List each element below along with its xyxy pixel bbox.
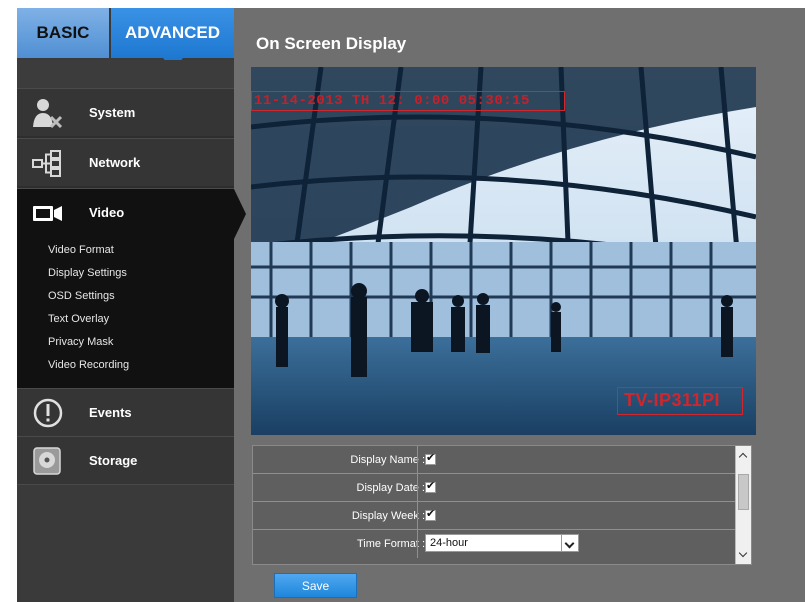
display-name-checkbox[interactable] — [425, 451, 436, 465]
sidebar-filler — [17, 484, 234, 602]
save-button[interactable]: Save — [274, 573, 357, 598]
sidebar-item-label: Events — [89, 405, 132, 420]
row-time-format: Time Format : 24-hour — [253, 530, 735, 558]
submenu-privacy-mask[interactable]: Privacy Mask — [48, 336, 113, 348]
scroll-up-icon[interactable] — [736, 448, 751, 463]
display-date-label: Display Date : — [356, 482, 425, 494]
system-icon — [31, 97, 65, 129]
column-divider — [417, 474, 418, 502]
submenu-text-overlay[interactable]: Text Overlay — [48, 313, 109, 325]
sidebar-item-label: Video — [89, 205, 125, 220]
display-week-label: Display Week : — [351, 510, 425, 522]
sidebar-item-video[interactable]: Video — [17, 188, 246, 239]
storage-icon — [31, 445, 65, 477]
row-display-date: Display Date : — [253, 474, 735, 502]
submenu-video-format[interactable]: Video Format — [48, 244, 114, 256]
column-divider — [417, 446, 418, 474]
camera-name-overlay: TV-IP311PI — [617, 387, 743, 415]
tabs-spacer — [17, 60, 234, 88]
time-format-value: 24-hour — [430, 537, 468, 549]
sidebar-item-system[interactable]: System — [17, 88, 234, 136]
sidebar-item-label: Storage — [89, 453, 138, 468]
display-week-checkbox[interactable] — [425, 507, 436, 521]
network-icon — [31, 147, 65, 179]
submenu-video-recording[interactable]: Video Recording — [48, 359, 129, 371]
camera-name-text: TV-IP311PI — [624, 390, 721, 410]
scroll-down-icon[interactable] — [736, 547, 751, 562]
sidebar-item-storage[interactable]: Storage — [17, 436, 234, 484]
app-window: BASIC ADVANCED System Network Video Vide… — [17, 8, 805, 602]
video-camera-icon — [31, 197, 65, 229]
display-name-label: Display Name : — [350, 454, 425, 466]
time-format-select[interactable]: 24-hour — [425, 534, 579, 552]
osd-settings-table: Display Name : Display Date : Display We… — [252, 445, 752, 565]
camera-preview: 11-14-2013 TH 12: 0:00 05:30:15 TV-IP311… — [251, 67, 756, 435]
scrollbar-thumb[interactable] — [738, 474, 749, 510]
mode-tabs: BASIC ADVANCED — [17, 8, 234, 70]
row-display-week: Display Week : — [253, 502, 735, 530]
time-format-label: Time Format : — [356, 538, 425, 550]
settings-scrollbar[interactable] — [735, 446, 751, 564]
sidebar-item-network[interactable]: Network — [17, 138, 234, 186]
sidebar-item-events[interactable]: Events — [17, 388, 234, 436]
tab-basic[interactable]: BASIC — [17, 8, 109, 58]
sidebar-item-label: System — [89, 105, 136, 120]
events-icon — [31, 397, 65, 429]
submenu-display-settings[interactable]: Display Settings — [48, 267, 127, 279]
row-display-name: Display Name : — [253, 446, 735, 474]
tab-advanced[interactable]: ADVANCED — [111, 8, 234, 70]
page-title: On Screen Display — [256, 34, 407, 53]
main-content: On Screen Display 11-14-2013 TH 12: 0:00… — [234, 8, 805, 602]
osd-time-overlay: 11-14-2013 TH 12: 0:00 05:30:15 — [251, 91, 565, 111]
column-divider — [417, 502, 418, 530]
osd-time-text: 11-14-2013 TH 12: 0:00 05:30:15 — [254, 93, 530, 109]
camera-preview-image — [251, 67, 756, 435]
column-divider — [417, 530, 418, 558]
sidebar-item-label: Network — [89, 155, 141, 170]
chevron-down-icon — [561, 535, 578, 551]
submenu-osd-settings[interactable]: OSD Settings — [48, 290, 115, 302]
video-submenu: Video Format Display Settings OSD Settin… — [17, 238, 234, 388]
display-date-checkbox[interactable] — [425, 479, 436, 493]
sidebar: BASIC ADVANCED System Network Video Vide… — [17, 8, 246, 602]
